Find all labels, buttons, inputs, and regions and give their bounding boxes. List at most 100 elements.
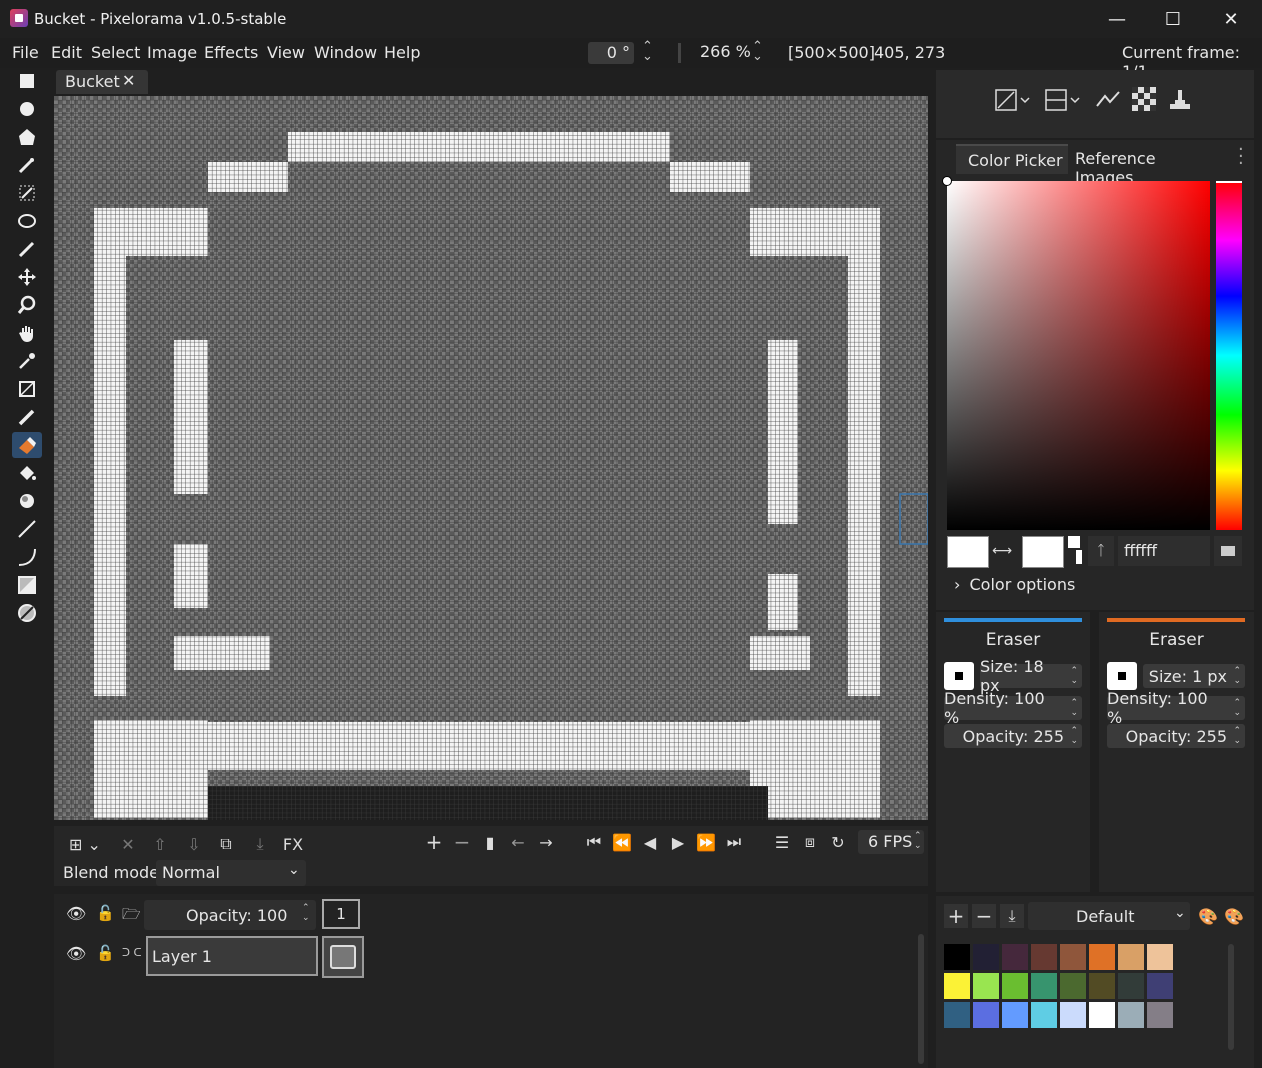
layer-link-icon[interactable]: ᑐ ᑕ: [122, 946, 142, 959]
left-density-field[interactable]: Density: 100 % ⌃ ⌄: [944, 689, 1082, 727]
palette-swatch[interactable]: [973, 1002, 999, 1028]
add-frame-button[interactable]: +: [422, 830, 446, 854]
ellipse-tool[interactable]: [12, 600, 42, 626]
sv-picker-handle[interactable]: [942, 176, 952, 186]
clone-frame-button[interactable]: ▮: [478, 830, 502, 854]
layers-scrollbar[interactable]: [918, 934, 924, 1064]
pan-tool[interactable]: [12, 320, 42, 346]
menu-image[interactable]: Image: [147, 43, 197, 62]
right-density-field[interactable]: Density: 100 % ⌃ ⌄: [1107, 689, 1245, 727]
move-layer-up-button[interactable]: ⇧: [148, 832, 172, 856]
first-frame-button[interactable]: ⏮: [582, 830, 606, 854]
palette-swatch[interactable]: [1089, 944, 1115, 970]
menu-file[interactable]: File: [12, 43, 39, 62]
palette-swatch[interactable]: [973, 944, 999, 970]
lasso-select-tool[interactable]: [12, 180, 42, 206]
dynamics-button[interactable]: [1166, 84, 1194, 114]
left-color-swatch[interactable]: [947, 536, 989, 568]
play-backwards-button[interactable]: ◀: [638, 830, 662, 854]
palette-select[interactable]: Default ⌄: [1028, 902, 1190, 930]
move-layer-down-button[interactable]: ⇩: [182, 832, 206, 856]
onion-skinning-button[interactable]: ⧈: [798, 830, 822, 854]
frame-number-button[interactable]: 1: [322, 899, 360, 929]
hex-color-input[interactable]: ffffff: [1118, 536, 1210, 566]
crop-tool[interactable]: [12, 376, 42, 402]
pencil-tool[interactable]: [12, 404, 42, 430]
rotation-stepper-icon[interactable]: ⌃ ⌄: [642, 40, 653, 63]
menu-edit[interactable]: Edit: [51, 43, 82, 62]
maximize-button[interactable]: ☐: [1144, 0, 1202, 38]
close-window-button[interactable]: ✕: [1202, 0, 1260, 38]
layer-fx-button[interactable]: FX: [280, 832, 306, 856]
layer-1-row[interactable]: Layer 1: [146, 936, 318, 976]
palette-swatch[interactable]: [1147, 1002, 1173, 1028]
menu-effects[interactable]: Effects: [204, 43, 258, 62]
right-size-field[interactable]: Size: 1 px ⌃ ⌄: [1143, 664, 1245, 688]
remove-layer-button[interactable]: ✕: [116, 832, 140, 856]
zoom-tool[interactable]: [12, 292, 42, 318]
layer-lock-icon[interactable]: 🔓: [96, 944, 115, 962]
palette-swatch[interactable]: [1147, 973, 1173, 999]
close-tab-icon[interactable]: ✕: [122, 71, 135, 90]
saturation-value-picker[interactable]: [942, 176, 1210, 530]
right-opacity-field[interactable]: Opacity: 255 ⌃ ⌄: [1107, 724, 1245, 748]
palette-swatch[interactable]: [1002, 1002, 1028, 1028]
hue-slider[interactable]: [1216, 181, 1242, 530]
palette-swatch[interactable]: [1147, 944, 1173, 970]
rotation-field[interactable]: 0 °: [588, 42, 634, 64]
menu-window[interactable]: Window: [314, 43, 377, 62]
eye-icon[interactable]: 👁: [66, 904, 86, 923]
clone-layer-button[interactable]: ⧉: [214, 832, 238, 856]
palette-swatch[interactable]: [1060, 973, 1086, 999]
color-options-toggle[interactable]: › Color options: [954, 575, 1075, 594]
palette-swatch[interactable]: [1060, 944, 1086, 970]
curve-tool[interactable]: [12, 544, 42, 570]
palette-options-button[interactable]: 🎨: [1222, 904, 1246, 928]
palette-swatch[interactable]: [973, 973, 999, 999]
palette-swatch[interactable]: [1118, 1002, 1144, 1028]
merge-down-button[interactable]: ⤓: [248, 832, 272, 856]
lock-icon[interactable]: 🔓: [96, 904, 115, 922]
move-frame-left-button[interactable]: ←: [506, 830, 530, 854]
folder-icon[interactable]: 🗁: [122, 904, 141, 929]
tab-color-picker[interactable]: Color Picker: [956, 144, 1068, 174]
layer-opacity-field[interactable]: Opacity: 100 ⌃ ⌄: [144, 900, 316, 930]
swap-colors-icon[interactable]: ⟷: [992, 543, 1012, 559]
menu-select[interactable]: Select: [91, 43, 140, 62]
pencil-select-tool[interactable]: [12, 236, 42, 262]
shading-tool[interactable]: [12, 488, 42, 514]
right-brush-type-button[interactable]: [1107, 662, 1137, 690]
last-frame-button[interactable]: ⏭: [722, 830, 746, 854]
palette-swatch[interactable]: [1089, 973, 1115, 999]
left-brush-type-button[interactable]: [944, 662, 974, 690]
screen-color-picker-button[interactable]: ᛏ: [1088, 536, 1114, 566]
palette-swatch[interactable]: [1002, 973, 1028, 999]
alpha-lock-button[interactable]: [1130, 86, 1158, 112]
palette-swatch[interactable]: [944, 944, 970, 970]
palette-scrollbar[interactable]: [1228, 944, 1234, 1050]
loop-button[interactable]: ↻: [826, 830, 850, 854]
right-color-swatch[interactable]: [1022, 536, 1064, 568]
paint-select-tool[interactable]: [12, 208, 42, 234]
play-forward-button[interactable]: ▶: [666, 830, 690, 854]
rectangle-select-tool[interactable]: [12, 68, 42, 94]
palette-swatch[interactable]: [1118, 973, 1144, 999]
edit-palette-button[interactable]: 🎨: [1196, 904, 1220, 928]
palette-swatch[interactable]: [1089, 1002, 1115, 1028]
rectangle-tool[interactable]: [12, 572, 42, 598]
mirror-vertical-button[interactable]: [1042, 84, 1082, 114]
pixel-perfect-button[interactable]: [1094, 84, 1122, 114]
color-mode-button[interactable]: [1214, 536, 1242, 566]
zoom-value[interactable]: 266 %: [700, 42, 751, 61]
add-palette-button[interactable]: +: [944, 904, 968, 928]
palette-swatch[interactable]: [944, 973, 970, 999]
import-palette-button[interactable]: ⤓: [1000, 904, 1024, 928]
minimize-button[interactable]: —: [1088, 0, 1146, 38]
add-layer-button[interactable]: ⊞ ⌄: [64, 832, 106, 856]
move-frame-right-button[interactable]: →: [534, 830, 558, 854]
ellipse-select-tool[interactable]: [12, 96, 42, 122]
magic-wand-tool[interactable]: [12, 152, 42, 178]
canvas-tab[interactable]: Bucket ✕: [56, 70, 148, 94]
timeline-settings-button[interactable]: ☰: [770, 830, 794, 854]
hue-slider-handle[interactable]: [1216, 181, 1242, 183]
